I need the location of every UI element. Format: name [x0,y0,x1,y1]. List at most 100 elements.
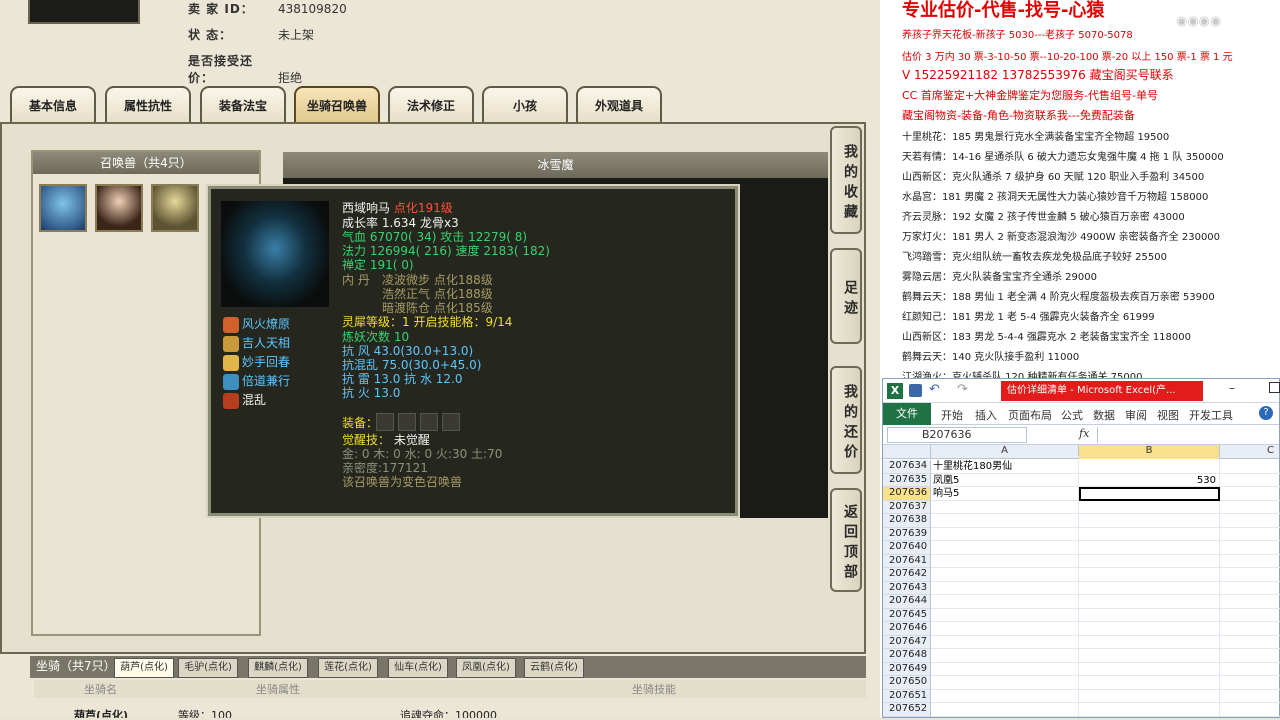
cell-b[interactable] [1079,514,1220,528]
cell-a[interactable] [931,500,1079,514]
cell-c[interactable] [1220,555,1280,568]
cell-a[interactable] [931,676,1079,690]
help-icon[interactable]: ? [1259,406,1273,420]
cell-a[interactable] [931,622,1079,636]
cell-b[interactable] [1079,662,1220,676]
my-offer-button[interactable]: 我的还价 [830,366,862,474]
cell-b[interactable] [1079,460,1220,474]
cell-b[interactable] [1079,649,1220,663]
row-header[interactable]: 207643 [883,581,931,595]
col-header-a[interactable]: A [931,445,1079,456]
mount-tab-7[interactable]: 云鹤(点化) [524,658,584,678]
menu-file[interactable]: 文件 [883,403,931,425]
cell-c[interactable] [1220,474,1280,487]
cell-c[interactable] [1220,528,1280,541]
cell-b[interactable] [1079,595,1220,609]
tab-equipment[interactable]: 装备法宝 [200,86,286,122]
save-icon[interactable] [909,384,922,397]
cell-a[interactable] [931,554,1079,568]
cell-b[interactable] [1079,554,1220,568]
menu-insert[interactable]: 插入 [975,407,997,423]
cell-a[interactable] [931,608,1079,622]
cell-a[interactable] [931,635,1079,649]
favorites-button[interactable]: 我的收藏 [830,126,862,234]
row-header[interactable]: 207650 [883,676,931,690]
cell-c[interactable] [1220,460,1280,474]
row-header[interactable]: 207649 [883,662,931,676]
row-header[interactable]: 207639 [883,527,931,541]
minimize-icon[interactable]: – [1229,381,1235,395]
cell-b[interactable]: 530 [1079,473,1220,487]
col-header-c[interactable]: C [1220,445,1280,456]
mount-tab-3[interactable]: 麒麟(点化) [248,658,308,678]
row-header[interactable]: 207647 [883,635,931,649]
cell-b[interactable] [1079,487,1220,501]
cell-c[interactable] [1220,541,1280,555]
pet-thumb-3[interactable] [151,184,199,232]
cell-a[interactable] [931,649,1079,663]
cell-a[interactable] [931,662,1079,676]
cell-b[interactable] [1079,703,1220,717]
pet-thumb-1[interactable] [39,184,87,232]
cell-a[interactable] [931,689,1079,703]
cell-b[interactable] [1079,568,1220,582]
cell-a[interactable] [931,541,1079,555]
mount-tab-5[interactable]: 仙车(点化) [388,658,448,678]
row-header[interactable]: 207635 [883,473,931,487]
cell-a[interactable] [931,568,1079,582]
cell-c[interactable] [1220,514,1280,528]
mount-tab-6[interactable]: 凤凰(点化) [456,658,516,678]
cell-b[interactable] [1079,581,1220,595]
row-header[interactable]: 207641 [883,554,931,568]
menu-formulas[interactable]: 公式 [1061,407,1083,423]
equip-slot-2[interactable] [398,413,416,431]
cell-a[interactable] [931,581,1079,595]
tab-basic-info[interactable]: 基本信息 [10,86,96,122]
cell-b[interactable] [1079,622,1220,636]
cell-c[interactable] [1220,636,1280,649]
maximize-icon[interactable] [1269,382,1280,393]
cell-b[interactable] [1079,527,1220,541]
row-header[interactable]: 207642 [883,568,931,582]
formula-input[interactable] [1097,427,1279,443]
footprint-button[interactable]: 足迹 [830,248,862,344]
cell-c[interactable] [1220,622,1280,636]
cell-c[interactable] [1220,609,1280,622]
row-header[interactable]: 207637 [883,500,931,514]
mount-tab-1[interactable]: 葫芦(点化) [114,658,174,678]
row-header[interactable]: 207648 [883,649,931,663]
cell-c[interactable] [1220,703,1280,717]
equip-slot-4[interactable] [442,413,460,431]
cell-b[interactable] [1079,541,1220,555]
cell-a[interactable] [931,595,1079,609]
cell-a[interactable] [931,703,1079,717]
cell-c[interactable] [1220,568,1280,582]
undo-icon[interactable]: ↶ [929,382,940,397]
menu-review[interactable]: 审阅 [1125,407,1147,423]
row-header[interactable]: 207640 [883,541,931,555]
tab-children[interactable]: 小孩 [482,86,568,122]
cell-c[interactable] [1220,487,1280,501]
row-header[interactable]: 207651 [883,689,931,703]
col-header-b[interactable]: B [1079,445,1220,459]
row-header[interactable]: 207634 [883,460,931,474]
cell-b[interactable] [1079,689,1220,703]
cell-a[interactable] [931,527,1079,541]
cell-c[interactable] [1220,690,1280,703]
cell-c[interactable] [1220,649,1280,663]
mount-tab-2[interactable]: 毛驴(点化) [178,658,238,678]
select-all-corner[interactable] [883,445,931,459]
cell-c[interactable] [1220,595,1280,609]
menu-data[interactable]: 数据 [1093,407,1115,423]
equip-slot-3[interactable] [420,413,438,431]
cell-a[interactable]: 凤凰5 [931,473,1079,487]
row-header[interactable]: 207646 [883,622,931,636]
cell-a[interactable]: 响马5 [931,487,1079,501]
row-header[interactable]: 207645 [883,608,931,622]
cell-c[interactable] [1220,582,1280,595]
cell-c[interactable] [1220,676,1280,690]
row-header[interactable]: 207644 [883,595,931,609]
back-to-top-button[interactable]: 返回顶部 [830,488,862,592]
cell-a[interactable]: 十里桃花180男仙 [931,460,1079,474]
cell-c[interactable] [1220,501,1280,514]
